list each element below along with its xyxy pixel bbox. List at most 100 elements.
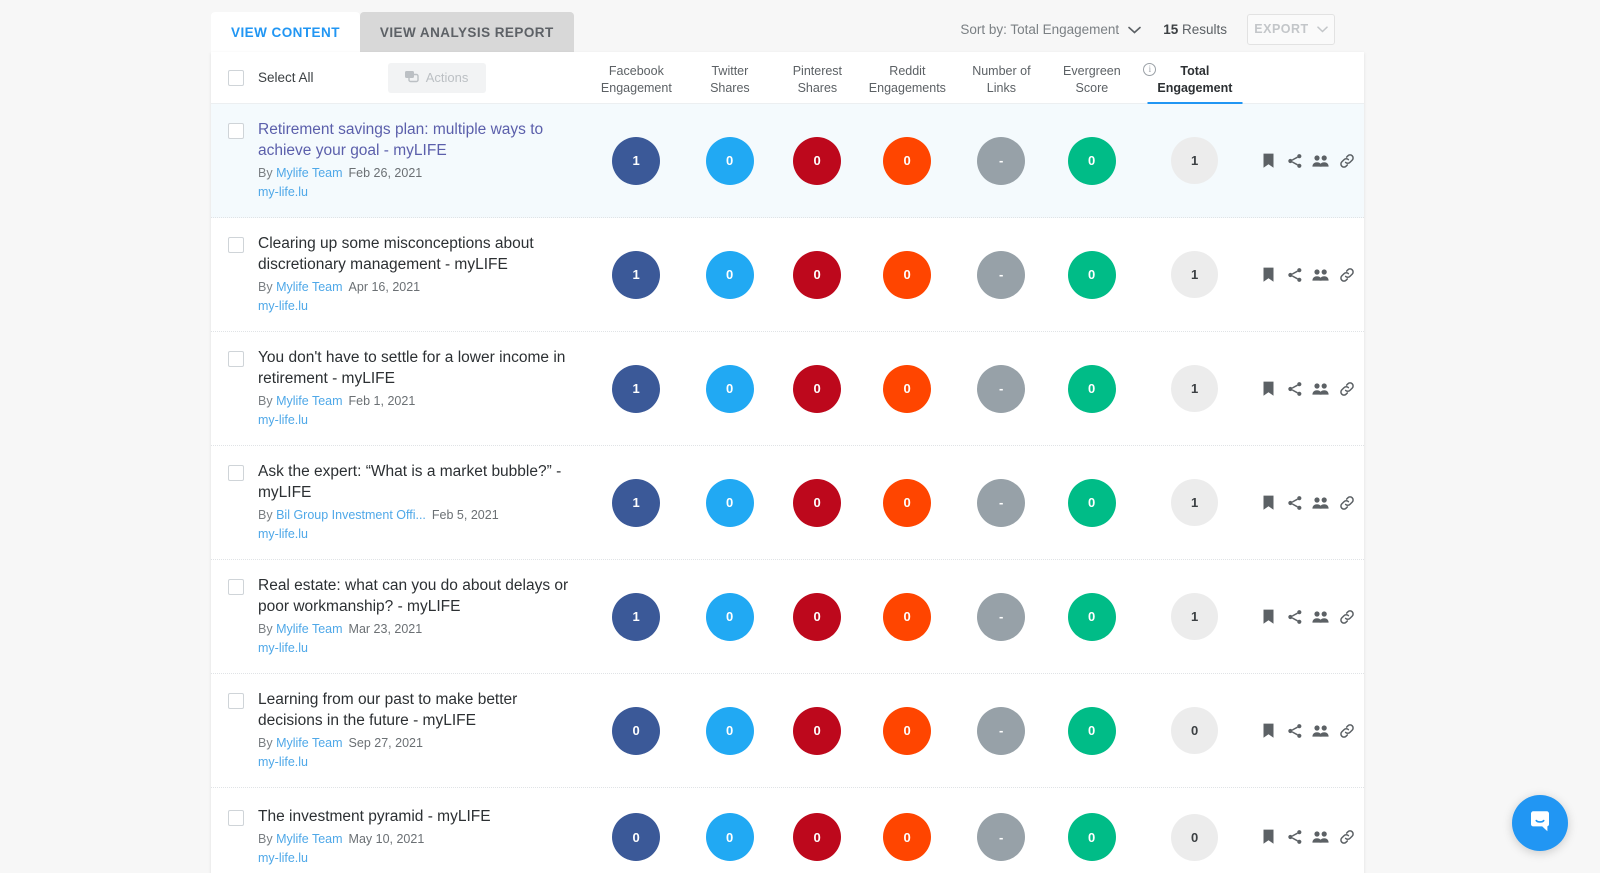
row-date: Feb 5, 2021 — [431, 508, 499, 522]
row-checkbox[interactable] — [228, 579, 244, 595]
select-all-checkbox[interactable] — [228, 69, 244, 86]
metric-facebook: 1 — [589, 136, 683, 185]
people-icon[interactable] — [1312, 494, 1329, 511]
share-icon[interactable] — [1286, 494, 1303, 511]
share-icon[interactable] — [1286, 608, 1303, 625]
row-byline: By Mylife Team Feb 1, 2021 — [258, 394, 579, 408]
metric-value-twitter: 0 — [705, 478, 754, 527]
content-row-list: Retirement savings plan: multiple ways t… — [211, 104, 1364, 873]
row-domain-link[interactable]: my-life.lu — [258, 851, 308, 865]
column-header-twitter-shares[interactable]: Twitter Shares — [683, 63, 776, 104]
row-author-link[interactable]: Mylife Team — [276, 622, 342, 636]
people-icon[interactable] — [1312, 608, 1329, 625]
people-icon[interactable] — [1312, 152, 1329, 169]
row-domain-link[interactable]: my-life.lu — [258, 413, 308, 427]
row-title-link[interactable]: Ask the expert: “What is a market bubble… — [258, 462, 579, 503]
row-author-link[interactable]: Mylife Team — [276, 832, 342, 846]
row-domain-link[interactable]: my-life.lu — [258, 185, 308, 199]
metric-value-reddit: 0 — [883, 813, 932, 861]
column-header-pinterest-shares[interactable]: Pinterest Shares — [776, 63, 858, 104]
row-date: Feb 1, 2021 — [348, 394, 416, 408]
metric-value-evergreen: 0 — [1067, 592, 1116, 641]
intercom-messenger-launcher[interactable] — [1512, 795, 1568, 851]
column-header-reddit-engagements[interactable]: Reddit Engagements — [858, 63, 956, 104]
actions-button[interactable]: Actions — [387, 62, 486, 93]
row-author-link[interactable]: Mylife Team — [276, 280, 342, 294]
metric-total-engagement: 1 — [1137, 479, 1252, 526]
share-icon[interactable] — [1286, 380, 1303, 397]
row-title-link[interactable]: The investment pyramid - myLIFE — [258, 807, 491, 828]
people-icon[interactable] — [1312, 266, 1329, 283]
bookmark-icon[interactable] — [1260, 829, 1277, 846]
row-title-link[interactable]: Learning from our past to make better de… — [258, 690, 579, 731]
table-row: Real estate: what can you do about delay… — [211, 560, 1364, 674]
table-header: Select All Actions Facebook Engagement Twi… — [211, 52, 1364, 104]
row-author-link[interactable]: Mylife Team — [276, 394, 342, 408]
column-header-number-of-links[interactable]: Number of Links — [956, 63, 1046, 104]
sort-by-dropdown[interactable]: Sort by: Total Engagement — [960, 22, 1141, 37]
metric-links: - — [956, 478, 1046, 527]
row-domain-link[interactable]: my-life.lu — [258, 641, 308, 655]
metric-evergreen: 0 — [1046, 364, 1137, 413]
tab-view-analysis-report[interactable]: VIEW ANALYSIS REPORT — [359, 12, 574, 52]
share-icon[interactable] — [1286, 722, 1303, 739]
metric-value-reddit: 0 — [883, 592, 932, 641]
row-title-cell: Learning from our past to make better de… — [211, 674, 589, 787]
metric-value-links: - — [977, 250, 1026, 299]
row-title-link[interactable]: Clearing up some misconceptions about di… — [258, 234, 579, 275]
row-checkbox[interactable] — [228, 237, 244, 253]
row-metrics-cell: 0000-00 — [589, 813, 1252, 861]
bookmark-icon[interactable] — [1260, 380, 1277, 397]
column-header-line1: Reddit — [889, 63, 926, 78]
row-author-link[interactable]: Bil Group Investment Offi... — [276, 508, 426, 522]
row-domain-link[interactable]: my-life.lu — [258, 527, 308, 541]
link-icon[interactable] — [1338, 266, 1355, 283]
column-header-line2: Engagements — [868, 80, 946, 95]
row-author-link[interactable]: Mylife Team — [276, 736, 342, 750]
link-icon[interactable] — [1338, 152, 1355, 169]
row-checkbox[interactable] — [228, 351, 244, 367]
people-icon[interactable] — [1312, 380, 1329, 397]
bookmark-icon[interactable] — [1260, 722, 1277, 739]
share-icon[interactable] — [1286, 266, 1303, 283]
people-icon[interactable] — [1312, 829, 1329, 846]
column-header-evergreen-score[interactable]: Evergreen Score i — [1046, 62, 1157, 104]
metric-links: - — [956, 136, 1046, 185]
metric-facebook: 0 — [589, 706, 683, 755]
row-title-block: Retirement savings plan: multiple ways t… — [258, 120, 579, 201]
people-icon[interactable] — [1312, 722, 1329, 739]
link-icon[interactable] — [1338, 380, 1355, 397]
share-icon[interactable] — [1286, 829, 1303, 846]
metric-value-reddit: 0 — [883, 706, 932, 755]
row-title-link[interactable]: Retirement savings plan: multiple ways t… — [258, 120, 579, 161]
row-title-link[interactable]: You don't have to settle for a lower inc… — [258, 348, 579, 389]
row-domain-link[interactable]: my-life.lu — [258, 755, 308, 769]
link-icon[interactable] — [1338, 608, 1355, 625]
row-author-link[interactable]: Mylife Team — [276, 166, 342, 180]
row-checkbox[interactable] — [228, 465, 244, 481]
metric-total-engagement: 0 — [1137, 813, 1252, 861]
link-icon[interactable] — [1338, 494, 1355, 511]
row-checkbox[interactable] — [228, 693, 244, 709]
share-icon[interactable] — [1286, 152, 1303, 169]
row-domain-link[interactable]: my-life.lu — [258, 299, 308, 313]
row-checkbox[interactable] — [228, 123, 244, 139]
bookmark-icon[interactable] — [1260, 266, 1277, 283]
row-title-link[interactable]: Real estate: what can you do about delay… — [258, 576, 579, 617]
metric-twitter: 0 — [683, 364, 776, 413]
column-header-total-engagement[interactable]: Total Engagement — [1137, 63, 1252, 104]
metric-value-links: - — [977, 136, 1026, 185]
tab-view-content[interactable]: VIEW CONTENT — [211, 12, 360, 52]
bookmark-icon[interactable] — [1260, 152, 1277, 169]
link-icon[interactable] — [1338, 722, 1355, 739]
metric-links: - — [956, 592, 1046, 641]
column-header-line2: Shares — [797, 80, 838, 95]
bookmark-icon[interactable] — [1260, 494, 1277, 511]
bookmark-icon[interactable] — [1260, 608, 1277, 625]
table-row: Clearing up some misconceptions about di… — [211, 218, 1364, 332]
link-icon[interactable] — [1338, 829, 1355, 846]
export-button[interactable]: EXPORT — [1247, 13, 1335, 45]
row-checkbox[interactable] — [228, 809, 244, 826]
metric-total-engagement: 1 — [1137, 251, 1252, 298]
column-header-facebook-engagement[interactable]: Facebook Engagement — [589, 63, 683, 104]
